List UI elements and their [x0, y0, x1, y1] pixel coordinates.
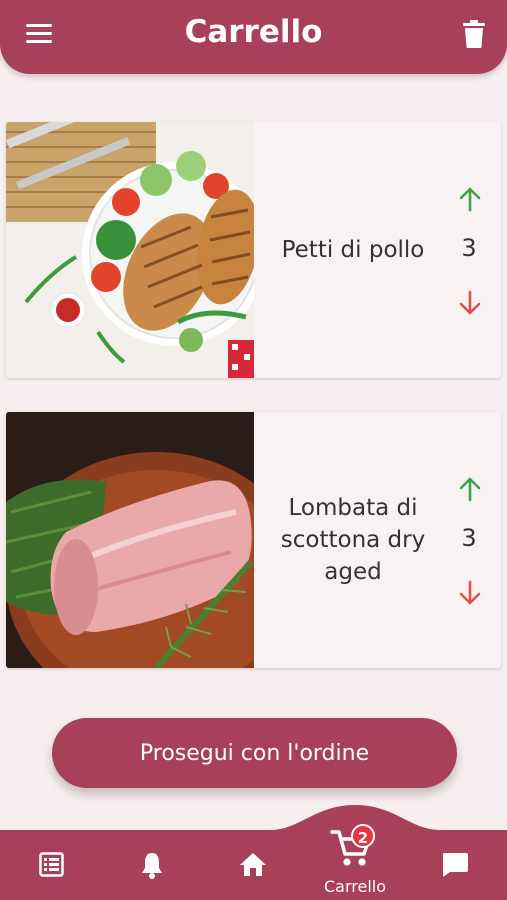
- app-header: Carrello: [0, 0, 507, 74]
- product-image-beef: [6, 412, 254, 668]
- nav-item-chat[interactable]: [424, 800, 486, 900]
- decrease-quantity-arrow-icon[interactable]: [457, 290, 483, 316]
- product-quantity: 3: [461, 524, 477, 552]
- chat-icon: [443, 853, 468, 877]
- nav-item-home[interactable]: [222, 800, 284, 900]
- increase-quantity-arrow-icon[interactable]: [457, 186, 483, 212]
- increase-quantity-arrow-icon[interactable]: [457, 476, 483, 502]
- nav-item-notifications[interactable]: [121, 800, 183, 900]
- nav-item-list[interactable]: [20, 800, 82, 900]
- trash-icon[interactable]: [463, 20, 485, 48]
- nav-item-cart[interactable]: Carrello: [313, 800, 397, 900]
- home-icon: [240, 853, 266, 876]
- bottom-navigation: Carrello: [0, 800, 507, 900]
- page-title: Carrello: [184, 14, 323, 50]
- bell-icon: [142, 853, 162, 879]
- product-image-chicken: [6, 122, 254, 378]
- product-quantity: 3: [461, 234, 477, 262]
- nav-label-cart: Carrello: [323, 877, 387, 896]
- cart-count-badge: 2: [351, 824, 375, 848]
- list-icon: [39, 852, 64, 877]
- proceed-order-button[interactable]: Prosegui con l'ordine: [52, 718, 457, 788]
- product-name: Petti di pollo: [281, 237, 425, 263]
- cart-item: Lombata di scottona dry aged 3: [6, 412, 501, 668]
- product-name: Lombata di scottona dry aged: [280, 495, 426, 585]
- cart-item: Petti di pollo 3: [6, 122, 501, 378]
- decrease-quantity-arrow-icon[interactable]: [457, 580, 483, 606]
